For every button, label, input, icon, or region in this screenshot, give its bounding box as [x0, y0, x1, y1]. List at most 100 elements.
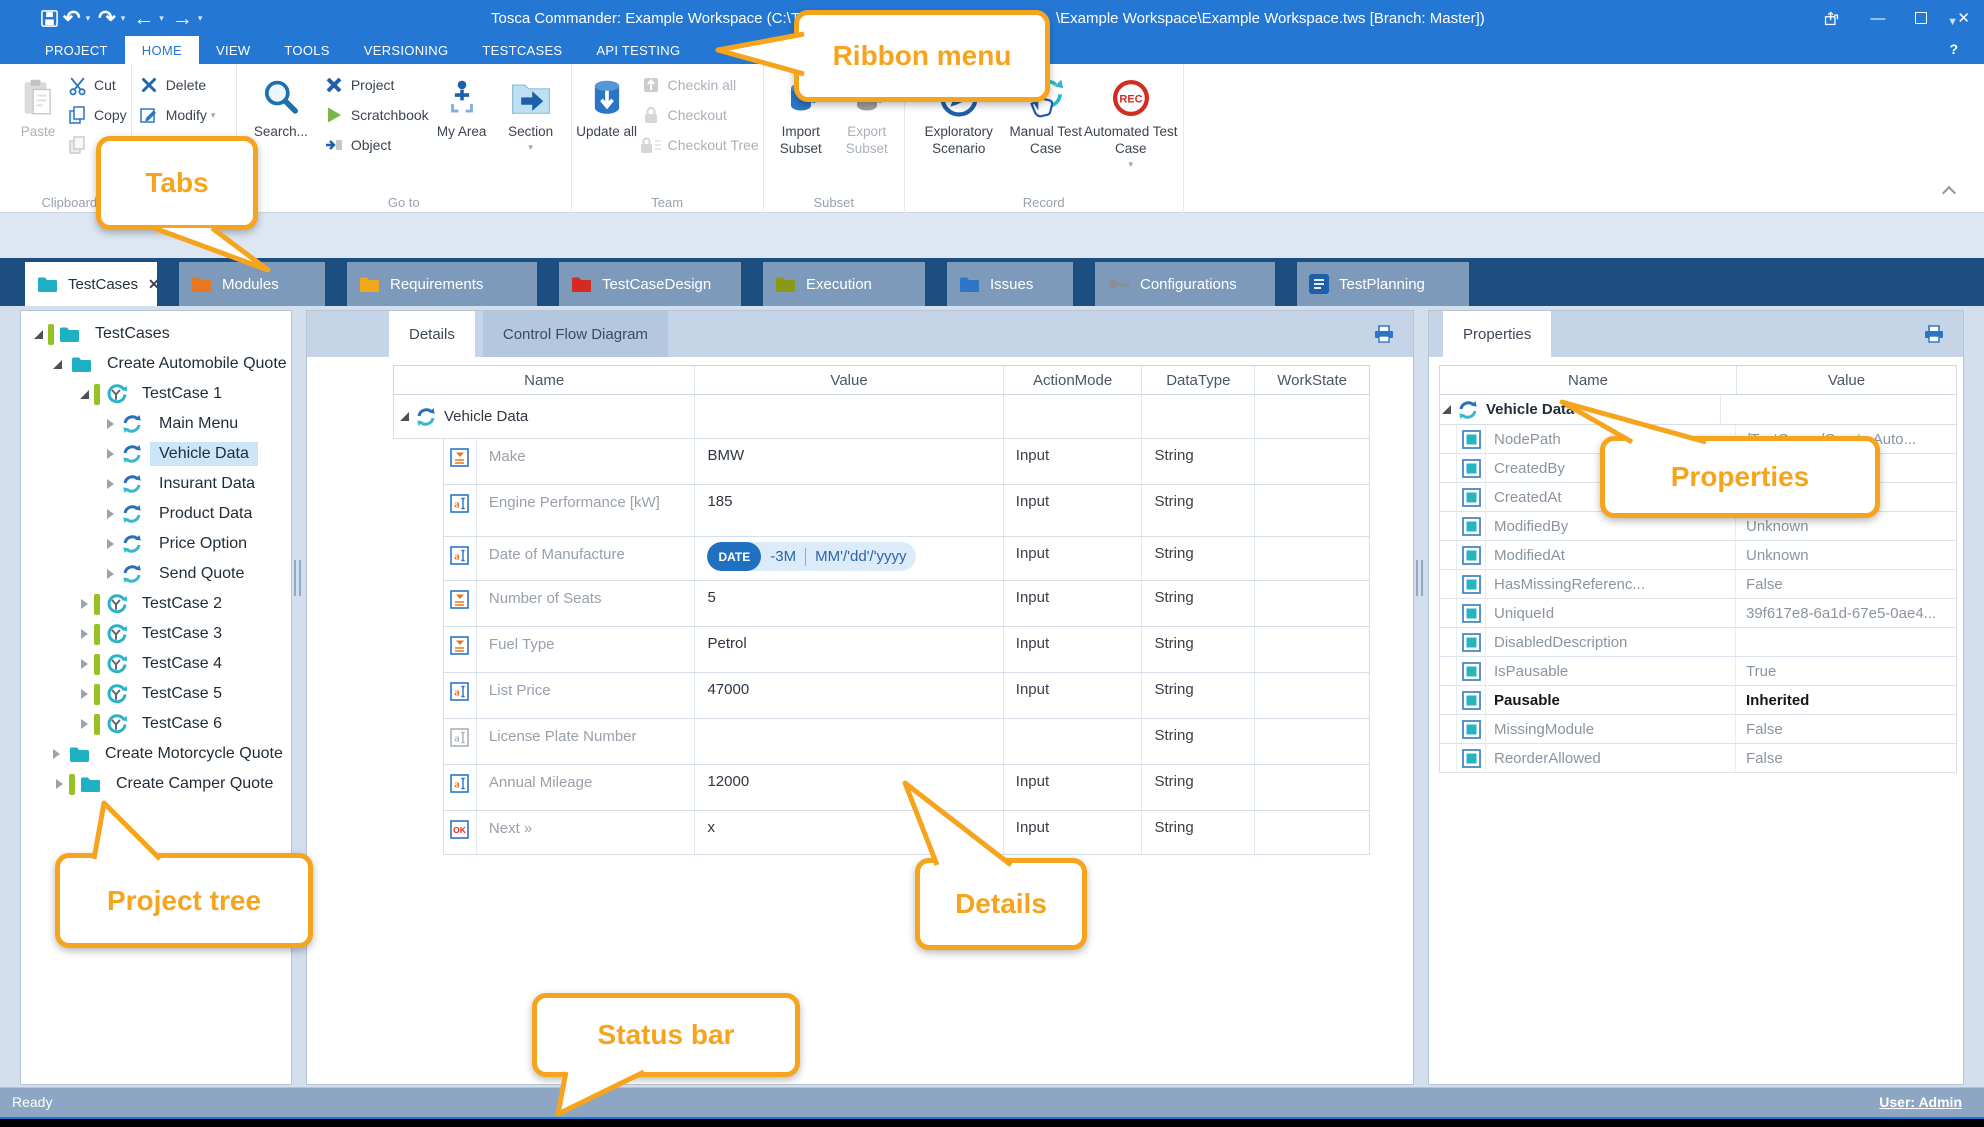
automated-test-case-button[interactable]: RECAutomated Test Case▾ [1083, 68, 1179, 189]
workspace-tab-testplanning[interactable]: TestPlanning [1297, 262, 1469, 306]
print-icon[interactable] [1923, 324, 1945, 344]
copy-button[interactable]: Copy [64, 100, 127, 130]
expand-icon[interactable] [104, 419, 116, 429]
details-row-make[interactable]: MakeBMWInputString [443, 439, 1370, 485]
tree-item-product-data[interactable]: Product Data [21, 499, 291, 529]
ribbon-tab-home[interactable]: HOME [125, 36, 199, 64]
tree-item-main-menu[interactable]: Main Menu [21, 409, 291, 439]
tree-item-testcase-2[interactable]: TestCase 2 [21, 589, 291, 619]
project-button[interactable]: Project [321, 70, 429, 100]
expand-icon[interactable] [53, 749, 60, 759]
tree-item-price-option[interactable]: Price Option [21, 529, 291, 559]
properties-row-modifiedat[interactable]: ModifiedAtUnknown [1439, 541, 1957, 570]
details-row-vehicle-data[interactable]: Vehicle Data [393, 395, 1370, 439]
checkout-button[interactable]: Checkout [638, 100, 759, 130]
expand-icon[interactable] [104, 509, 116, 519]
forward-dropdown-icon[interactable]: ▾ [198, 13, 203, 24]
collapse-icon[interactable] [1440, 405, 1452, 414]
my-area-button[interactable]: My Area [429, 68, 495, 189]
expand-icon[interactable] [104, 479, 116, 489]
tree-item-vehicle-data[interactable]: Vehicle Data [21, 439, 291, 469]
current-user-link[interactable]: User: Admin [1879, 1094, 1962, 1110]
help-button[interactable]: ? [1949, 41, 1958, 57]
modify-button[interactable]: Modify▾ [136, 100, 232, 130]
ribbon-tab-view[interactable]: VIEW [199, 36, 267, 64]
expand-icon[interactable] [78, 719, 90, 729]
minimize-button[interactable]: — [1870, 10, 1885, 27]
details-row-number-of-seats[interactable]: Number of Seats5InputString [443, 581, 1370, 627]
undo-icon[interactable]: ↶ [63, 8, 81, 29]
ribbon-tab-tools[interactable]: TOOLS [267, 36, 346, 64]
expand-icon[interactable] [104, 569, 116, 579]
splitter-handle[interactable] [294, 560, 301, 596]
navigate-forward-icon[interactable]: → [172, 8, 193, 29]
expand-icon[interactable] [78, 599, 90, 609]
details-row-fuel-type[interactable]: Fuel TypePetrolInputString [443, 627, 1370, 673]
tree-item-testcases[interactable]: TestCases [21, 319, 291, 349]
tree-item-testcase-3[interactable]: TestCase 3 [21, 619, 291, 649]
properties-row-reorderallowed[interactable]: ReorderAllowedFalse [1439, 744, 1957, 773]
collapse-icon[interactable] [32, 330, 44, 339]
ribbon-tab-testcases[interactable]: TESTCASES [465, 36, 579, 64]
tree-item-testcase-6[interactable]: TestCase 6 [21, 709, 291, 739]
tree-item-testcase-5[interactable]: TestCase 5 [21, 679, 291, 709]
expand-icon[interactable] [78, 689, 90, 699]
tree-item-testcase-1[interactable]: TestCase 1 [21, 379, 291, 409]
workspace-tab-execution[interactable]: Execution [763, 262, 925, 306]
delete-button[interactable]: Delete [136, 70, 232, 100]
tab-details[interactable]: Details [389, 311, 475, 357]
scratchbook-button[interactable]: Scratchbook [321, 100, 429, 130]
expand-icon[interactable] [78, 629, 90, 639]
tree-item-create-motorcycle-quote[interactable]: Create Motorcycle Quote [21, 739, 291, 769]
paste-button[interactable]: Paste [12, 68, 64, 189]
details-row-date-of-manufacture[interactable]: aDate of ManufactureDATE-3MMM'/'dd'/'yyy… [443, 537, 1370, 581]
properties-row-disableddescription[interactable]: DisabledDescription [1439, 628, 1957, 657]
save-icon[interactable] [40, 9, 59, 28]
collapse-icon[interactable] [53, 360, 62, 369]
tree-item-create-automobile-quote[interactable]: Create Automobile Quote [21, 349, 291, 379]
section-button[interactable]: Section▾ [495, 68, 567, 189]
workspace-tab-requirements[interactable]: Requirements [347, 262, 537, 306]
back-dropdown-icon[interactable]: ▾ [159, 13, 164, 24]
properties-row-pausable[interactable]: PausableInherited [1439, 686, 1957, 715]
close-button[interactable]: ✕ [1957, 9, 1970, 27]
tab-properties[interactable]: Properties [1443, 311, 1551, 357]
tree-item-insurant-data[interactable]: Insurant Data [21, 469, 291, 499]
collapse-icon[interactable] [78, 390, 90, 399]
undo-dropdown-icon[interactable]: ▾ [86, 13, 91, 24]
expand-icon[interactable] [53, 779, 65, 789]
properties-row-uniqueid[interactable]: UniqueId39f617e8-6a1d-67e5-0ae4... [1439, 599, 1957, 628]
maximize-button[interactable] [1915, 12, 1927, 24]
object-button[interactable]: Object [321, 130, 429, 160]
cut-button[interactable]: Cut [64, 70, 127, 100]
redo-dropdown-icon[interactable]: ▾ [121, 13, 126, 24]
date-value-chip[interactable]: DATE-3MMM'/'dd'/'yyyy [707, 542, 915, 571]
workspace-tab-testcases[interactable]: TestCases✕ [25, 262, 157, 306]
properties-row-hasmissingreferenc[interactable]: HasMissingReferenc...False [1439, 570, 1957, 599]
details-row-engine-performance-kw[interactable]: aEngine Performance [kW]185InputString [443, 485, 1370, 537]
redo-icon[interactable]: ↷ [98, 8, 116, 29]
ribbon-tab-api-testing[interactable]: API TESTING [579, 36, 697, 64]
expand-icon[interactable] [78, 659, 90, 669]
workspace-tab-configurations[interactable]: Configurations [1095, 262, 1275, 306]
pin-ribbon-icon[interactable] [1823, 10, 1840, 27]
tree-item-send-quote[interactable]: Send Quote [21, 559, 291, 589]
splitter-handle[interactable] [1416, 560, 1423, 596]
collapse-icon[interactable] [398, 412, 410, 421]
tab-overflow-icon[interactable]: ▼ [1947, 16, 1958, 28]
update-all-button[interactable]: Update all [576, 68, 638, 189]
details-row-license-plate-number[interactable]: aLicense Plate NumberString [443, 719, 1370, 765]
ribbon-tab-versioning[interactable]: VERSIONING [347, 36, 466, 64]
details-row-list-price[interactable]: aList Price47000InputString [443, 673, 1370, 719]
checkout-tree-button[interactable]: Checkout Tree [638, 130, 759, 160]
tree-item-testcase-4[interactable]: TestCase 4 [21, 649, 291, 679]
workspace-tab-issues[interactable]: Issues [947, 262, 1073, 306]
properties-row-ispausable[interactable]: IsPausableTrue [1439, 657, 1957, 686]
properties-row-missingmodule[interactable]: MissingModuleFalse [1439, 715, 1957, 744]
tab-control-flow-diagram[interactable]: Control Flow Diagram [483, 311, 668, 357]
navigate-back-icon[interactable]: ← [133, 8, 154, 29]
workspace-tab-testcasedesign[interactable]: TestCaseDesign [559, 262, 741, 306]
expand-icon[interactable] [104, 539, 116, 549]
print-icon[interactable] [1373, 324, 1395, 344]
ribbon-tab-project[interactable]: PROJECT [28, 36, 125, 64]
